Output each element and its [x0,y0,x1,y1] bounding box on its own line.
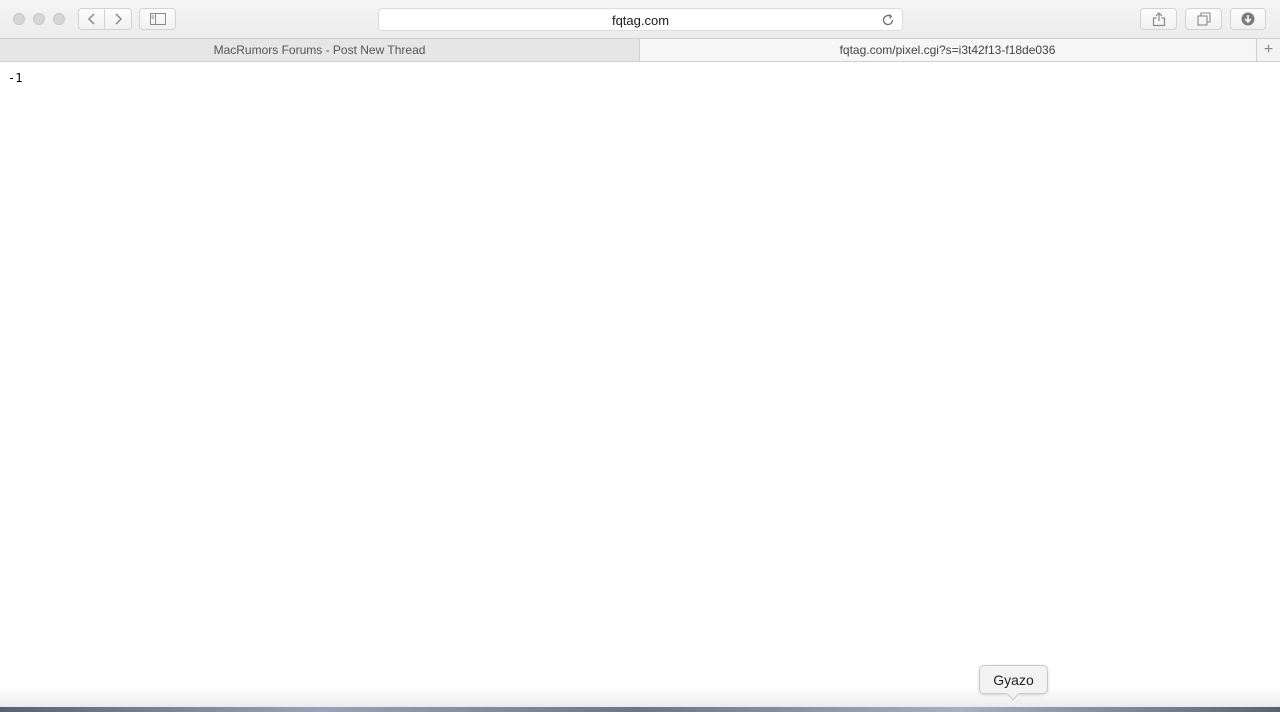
dock-shadow [0,688,1280,708]
close-window-button[interactable] [13,13,25,25]
address-text: fqtag.com [611,13,670,28]
share-button[interactable] [1140,8,1177,30]
tab-fqtag[interactable]: fqtag.com/pixel.cgi?s=i3t42f13-f18de036 [640,39,1255,61]
tab-label: fqtag.com/pixel.cgi?s=i3t42f13-f18de036 [839,43,1056,57]
page-content: -1 [0,63,1280,708]
tooltip-arrow-icon [1007,693,1019,701]
tab-macrumors[interactable]: MacRumors Forums - Post New Thread [0,39,640,61]
chevron-right-icon [115,13,123,25]
new-tab-button[interactable]: + [1256,39,1280,61]
share-icon [1152,12,1165,27]
sidebar-icon [149,13,166,25]
reload-icon[interactable] [880,12,896,28]
page-body-text: -1 [8,71,23,85]
tab-bar: MacRumors Forums - Post New Thread fqtag… [0,38,1280,62]
zoom-window-button[interactable] [53,13,65,25]
forward-button[interactable] [104,8,132,30]
browser-window: fqtag.com MacRumors Forums - Post New Th… [0,0,1280,712]
back-button[interactable] [78,8,105,30]
show-all-tabs-button[interactable] [1185,8,1222,30]
toolbar: fqtag.com [0,0,1280,38]
address-bar[interactable]: fqtag.com [378,8,903,31]
dock-tooltip-label: Gyazo [993,671,1034,688]
downloads-button[interactable] [1230,8,1266,30]
sidebar-toggle-button[interactable] [139,8,176,30]
tabs-overview-icon [1196,12,1211,26]
dock-tooltip: Gyazo [979,665,1048,694]
chevron-left-icon [87,13,95,25]
minimize-window-button[interactable] [33,13,45,25]
plus-icon: + [1263,41,1274,58]
tab-label: MacRumors Forums - Post New Thread [213,43,426,57]
download-icon [1241,12,1255,26]
dock [0,707,1280,712]
